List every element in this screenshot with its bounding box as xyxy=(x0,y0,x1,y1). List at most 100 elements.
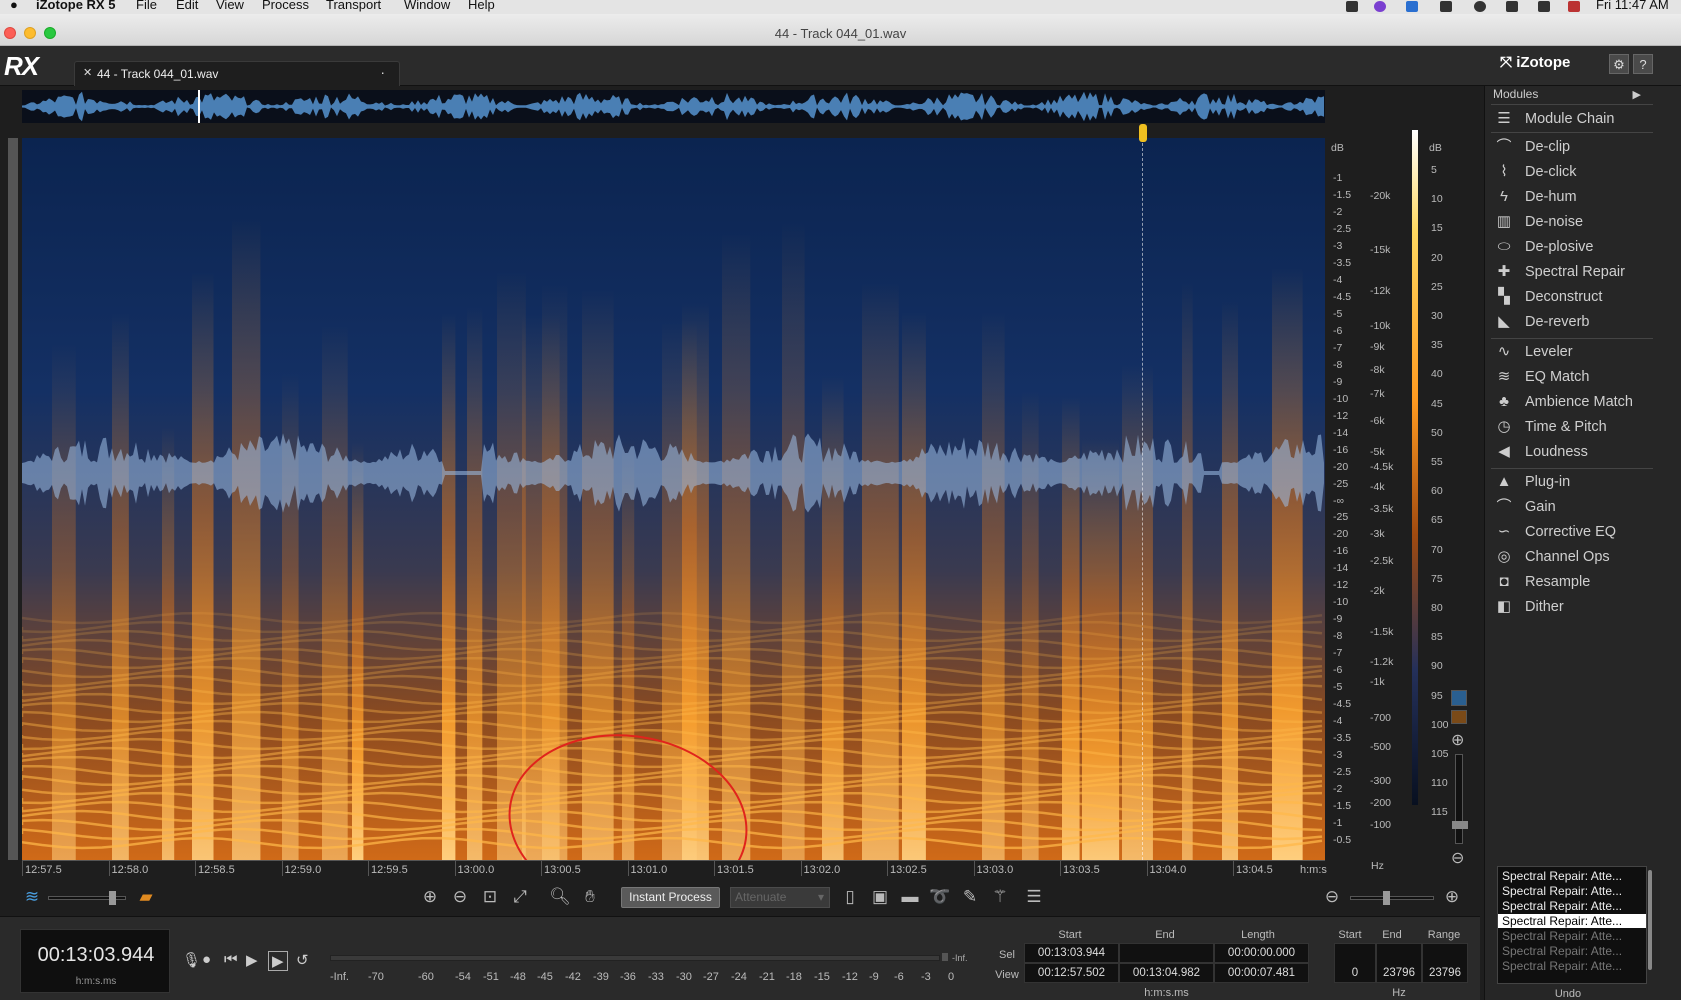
time-selection-tool-icon[interactable]: ▯ xyxy=(838,886,862,908)
view-length-field[interactable]: 00:00:07.481 xyxy=(1214,963,1309,983)
zoom-fit-icon[interactable]: ⤢ xyxy=(508,886,532,908)
vpn-icon[interactable] xyxy=(1406,1,1418,12)
display-icon[interactable] xyxy=(1440,1,1452,12)
playhead-handle[interactable] xyxy=(1139,124,1147,142)
sel-end-field[interactable] xyxy=(1119,943,1214,963)
menu-help[interactable]: Help xyxy=(468,0,495,12)
module-loudness[interactable]: ◀ Loudness xyxy=(1493,441,1653,463)
spectrogram-toggle-icon[interactable] xyxy=(1451,710,1467,724)
module-de-plosive[interactable]: ⬭ De-plosive xyxy=(1493,236,1653,258)
zoom-selection-icon[interactable]: ⊡ xyxy=(478,886,502,908)
flag-icon[interactable] xyxy=(1568,1,1580,12)
hz-range-field[interactable]: 23796 xyxy=(1422,943,1468,983)
module-plug-in[interactable]: ▲ Plug-in xyxy=(1493,471,1653,493)
menu-edit[interactable]: Edit xyxy=(176,0,198,12)
zoom-in-vertical-icon[interactable]: ⊕ xyxy=(1451,730,1464,750)
menubar-clock[interactable]: Fri 11:47 AM xyxy=(1596,0,1669,12)
waveform-overview[interactable] xyxy=(22,90,1325,123)
time-frequency-selection-icon[interactable]: ▣ xyxy=(868,886,892,908)
waveform-toggle-icon[interactable] xyxy=(1451,690,1467,706)
spectrum-analyzer-icon[interactable]: ☰ xyxy=(1022,886,1046,908)
lasso-tool-icon[interactable]: ➰ xyxy=(928,886,952,908)
play-button[interactable]: ▶ xyxy=(246,951,258,969)
view-blend-thumb[interactable] xyxy=(109,891,116,905)
menu-app-name[interactable]: iZotope RX 5 xyxy=(36,0,115,12)
undo-history-item[interactable]: Spectral Repair: Atte... xyxy=(1498,914,1646,928)
view-end-field[interactable]: 00:13:04.982 xyxy=(1119,963,1214,983)
undo-history-item[interactable]: Spectral Repair: Atte... xyxy=(1502,959,1642,973)
close-tab-icon[interactable]: ✕ xyxy=(83,66,92,79)
module-corrective-eq[interactable]: ∽ Corrective EQ xyxy=(1493,521,1653,543)
undo-history-item[interactable]: Spectral Repair: Atte... xyxy=(1502,944,1642,958)
module-de-click[interactable]: ⌇ De-click xyxy=(1493,161,1653,183)
zoom-in-icon[interactable]: ⊕ xyxy=(418,886,442,908)
undo-history-item[interactable]: Spectral Repair: Atte... xyxy=(1502,884,1642,898)
frequency-selection-tool-icon[interactable]: ▬ xyxy=(898,886,922,908)
dropbox-icon[interactable] xyxy=(1346,1,1358,12)
view-blend-slider[interactable] xyxy=(48,891,126,905)
status-app-icon[interactable] xyxy=(1374,1,1386,12)
bluetooth-icon[interactable] xyxy=(1506,1,1518,12)
module-de-hum[interactable]: ϟ De-hum xyxy=(1493,186,1653,208)
time-machine-icon[interactable] xyxy=(1474,1,1486,12)
magic-wand-icon[interactable]: ⚚ xyxy=(988,886,1012,908)
horizontal-zoom-slider[interactable] xyxy=(1350,891,1434,905)
module-dither[interactable]: ◧ Dither xyxy=(1493,596,1653,618)
play-selection-button[interactable]: ▶ xyxy=(268,951,288,971)
sel-start-field[interactable]: 00:13:03.944 xyxy=(1024,943,1119,963)
horizontal-zoom-in-icon[interactable]: ⊕ xyxy=(1440,886,1464,908)
loop-button[interactable]: ↺ xyxy=(296,951,309,969)
attenuate-dropdown[interactable]: Attenuate ▾ xyxy=(730,887,830,908)
horizontal-zoom-out-icon[interactable]: ⊖ xyxy=(1320,886,1344,908)
module-eq-match[interactable]: ≋ EQ Match xyxy=(1493,366,1653,388)
zoom-out-vertical-icon[interactable]: ⊖ xyxy=(1451,848,1464,868)
brush-tool-icon[interactable]: ✎ xyxy=(958,886,982,908)
playhead-line[interactable] xyxy=(1142,138,1143,860)
module-resample[interactable]: ◘ Resample xyxy=(1493,571,1653,593)
menu-window[interactable]: Window xyxy=(404,0,450,12)
module-de-clip[interactable]: ⌒ De-clip xyxy=(1493,136,1653,158)
instant-process-button[interactable]: Instant Process xyxy=(621,887,720,908)
module-channel-ops[interactable]: ◎ Channel Ops xyxy=(1493,546,1653,568)
file-tab[interactable]: ✕ 44 - Track 044_01.wav · xyxy=(74,61,400,86)
module-deconstruct[interactable]: ▚ Deconstruct xyxy=(1493,286,1653,308)
menu-process[interactable]: Process xyxy=(262,0,309,12)
zoom-tool-icon[interactable]: 🔍︎ xyxy=(548,886,572,908)
module-gain[interactable]: ⌒ Gain xyxy=(1493,496,1653,518)
help-button[interactable]: ? xyxy=(1633,54,1653,74)
skip-to-start-button[interactable]: ⏮︎ xyxy=(224,951,238,968)
module-chain-item[interactable]: ☰ Module Chain xyxy=(1493,108,1653,130)
hz-start-field[interactable]: 0 xyxy=(1334,943,1376,983)
menu-transport[interactable]: Transport xyxy=(326,0,381,12)
time-display[interactable]: 00:13:03.944 h:m:s.ms xyxy=(20,929,170,993)
undo-history-list[interactable]: Spectral Repair: Atte... Spectral Repair:… xyxy=(1497,866,1647,984)
undo-history-item[interactable]: Spectral Repair: Atte... xyxy=(1502,869,1642,883)
module-de-reverb[interactable]: ◣ De-reverb xyxy=(1493,311,1653,333)
record-mic-icon[interactable]: 🎙︎ xyxy=(182,951,201,969)
settings-gear-icon[interactable]: ⚙ xyxy=(1609,54,1629,74)
menu-file[interactable]: File xyxy=(136,0,157,12)
menu-view[interactable]: View xyxy=(216,0,244,12)
module-time-pitch[interactable]: ◷ Time & Pitch xyxy=(1493,416,1653,438)
waveform-view-icon[interactable]: ≋ xyxy=(20,886,44,908)
module-leveler[interactable]: ∿ Leveler xyxy=(1493,341,1653,363)
hz-end-field[interactable]: 23796 xyxy=(1376,943,1422,983)
zoom-out-icon[interactable]: ⊖ xyxy=(448,886,472,908)
spectrogram-view-icon[interactable]: ▰ xyxy=(134,886,158,908)
volume-icon[interactable] xyxy=(1538,1,1550,12)
hand-tool-icon[interactable]: ✋︎ xyxy=(578,886,602,908)
expand-arrow-icon[interactable]: ▶ xyxy=(1633,88,1641,101)
module-de-noise[interactable]: ▥ De-noise xyxy=(1493,211,1653,233)
undo-history-item[interactable]: Spectral Repair: Atte... xyxy=(1502,929,1642,943)
record-button[interactable]: ● xyxy=(202,951,211,968)
module-ambience-match[interactable]: ♣ Ambience Match xyxy=(1493,391,1653,413)
horizontal-zoom-thumb[interactable] xyxy=(1383,891,1390,905)
undo-scrollbar[interactable] xyxy=(1648,870,1652,970)
module-spectral-repair[interactable]: ✚ Spectral Repair xyxy=(1493,261,1653,283)
vertical-zoom-slider[interactable] xyxy=(1452,754,1468,844)
undo-history-item[interactable]: Spectral Repair: Atte... xyxy=(1502,899,1642,913)
vertical-scrollbar-left[interactable] xyxy=(8,138,18,860)
vertical-zoom-thumb[interactable] xyxy=(1452,821,1468,829)
apple-icon[interactable]: ● xyxy=(10,0,18,12)
view-start-field[interactable]: 00:12:57.502 xyxy=(1024,963,1119,983)
